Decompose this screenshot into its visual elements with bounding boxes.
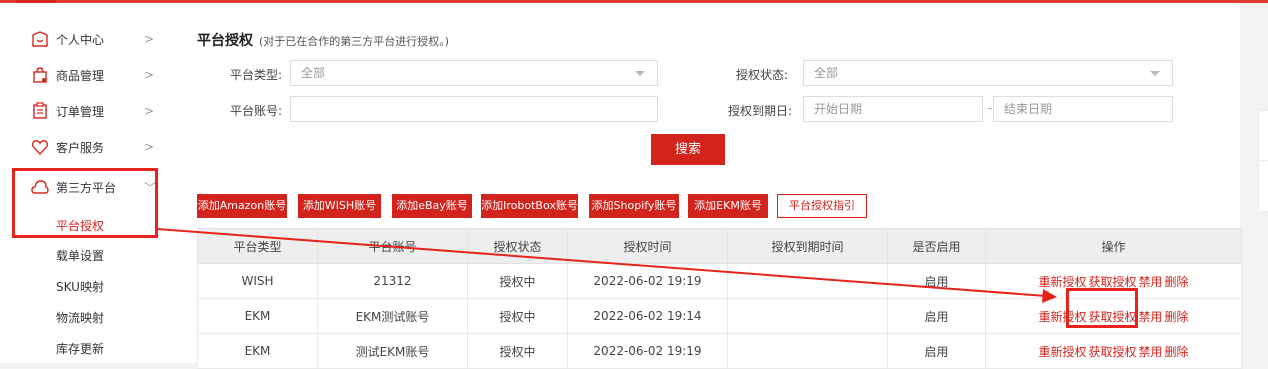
annotation-arrow xyxy=(156,228,1057,303)
